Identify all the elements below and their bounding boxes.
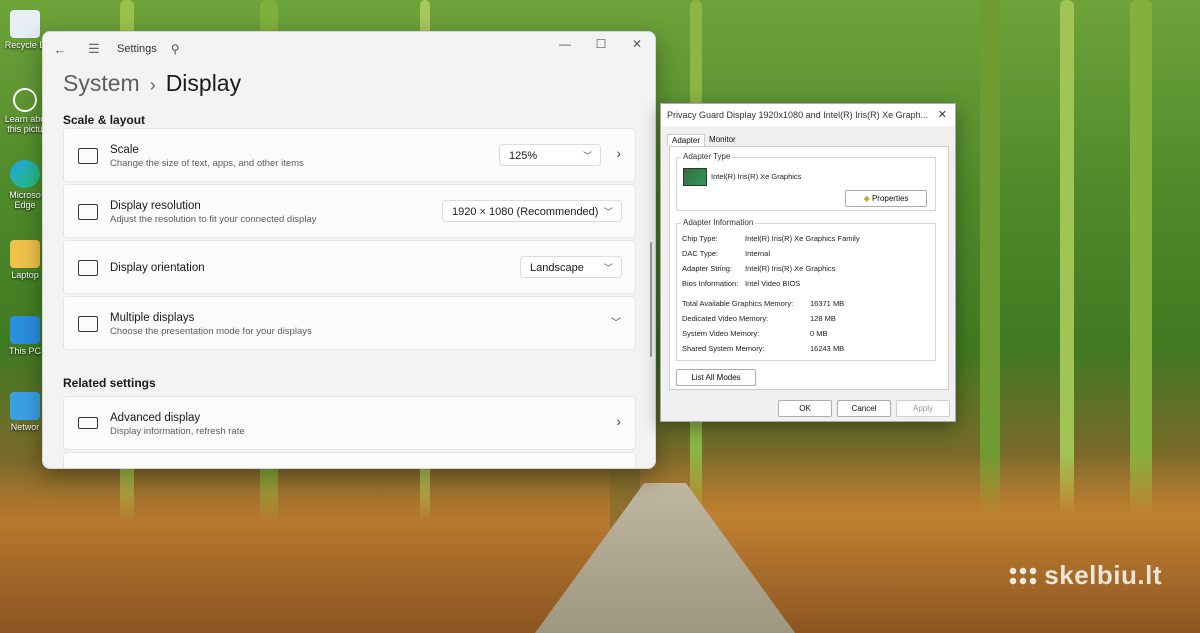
page-title: Display — [165, 70, 242, 96]
dialog-title: Privacy Guard Display 1920x1080 and Inte… — [667, 110, 929, 120]
tab-adapter[interactable]: Adapter — [667, 134, 706, 146]
adapter-name: Intel(R) Iris(R) Xe Graphics — [711, 172, 802, 181]
back-icon[interactable]: ← — [43, 42, 77, 57]
monitor-icon — [10, 316, 40, 344]
chevron-right-icon[interactable]: › — [616, 145, 621, 161]
chevron-down-icon: ﹀ — [603, 207, 613, 217]
close-icon[interactable]: ✕ — [619, 32, 655, 56]
section-heading-related: Related settings — [63, 376, 156, 390]
scale-subtitle: Change the size of text, apps, and other… — [110, 158, 304, 169]
cancel-button[interactable]: Cancel — [837, 400, 891, 417]
window-controls: — ☐ ✕ — [547, 32, 655, 56]
advanced-display-title: Advanced display — [110, 412, 201, 424]
resolution-icon — [78, 204, 98, 220]
tab-monitor[interactable]: Monitor — [705, 134, 740, 146]
orientation-icon — [78, 260, 98, 276]
breadcrumb: System › Display — [63, 70, 655, 97]
camera-icon — [13, 88, 37, 112]
resolution-subtitle: Adjust the resolution to fit your connec… — [110, 214, 317, 225]
chevron-right-icon: › — [149, 75, 156, 95]
resolution-title: Display resolution — [110, 200, 201, 212]
search-icon[interactable]: ⚲ — [171, 42, 180, 56]
app-title: Settings — [117, 43, 157, 55]
recycle-bin-icon — [10, 10, 40, 38]
multiple-displays-row[interactable]: Multiple displays Choose the presentatio… — [63, 296, 636, 350]
title-bar: ← ☰ Settings ⚲ — ☐ ✕ — [43, 32, 655, 66]
adapter-info-group: Adapter Information Chip Type: Intel(R) … — [676, 218, 936, 361]
properties-button[interactable]: ◆ Properties — [845, 190, 927, 207]
adapter-type-group: Adapter Type Intel(R) Iris(R) Xe Graphic… — [676, 152, 936, 211]
watermark-logo-icon — [1008, 566, 1039, 589]
chevron-down-icon: ﹀ — [603, 263, 613, 273]
scrollbar[interactable] — [650, 242, 652, 357]
dialog-title-bar: Privacy Guard Display 1920x1080 and Inte… — [661, 104, 955, 126]
advanced-display-row[interactable]: Advanced display Display information, re… — [63, 396, 636, 450]
folder-user-icon — [10, 240, 40, 268]
scale-icon — [78, 148, 98, 164]
adapter-panel: Adapter Type Intel(R) Iris(R) Xe Graphic… — [669, 146, 949, 390]
network-icon — [10, 392, 40, 420]
graphics-card-icon — [683, 168, 707, 186]
resolution-row: Display resolution Adjust the resolution… — [63, 184, 636, 238]
orientation-dropdown[interactable]: Landscape ﹀ — [520, 256, 622, 278]
laptop-icon — [78, 417, 98, 429]
minimize-icon[interactable]: — — [547, 32, 583, 56]
ok-button[interactable]: OK — [778, 400, 832, 417]
multiple-displays-icon — [78, 316, 98, 332]
chevron-down-icon[interactable]: ﹀ — [611, 314, 621, 329]
menu-icon[interactable]: ☰ — [77, 41, 111, 57]
maximize-icon[interactable]: ☐ — [583, 32, 619, 56]
chevron-down-icon: ﹀ — [582, 151, 592, 161]
edge-icon — [10, 160, 40, 188]
multiple-displays-subtitle: Choose the presentation mode for your di… — [110, 326, 312, 337]
dialog-tabs: Adapter Monitor — [667, 134, 740, 146]
multiple-displays-title: Multiple displays — [110, 312, 195, 324]
next-settings-row[interactable] — [63, 452, 636, 468]
watermark: skelbiu.lt — [1008, 560, 1162, 591]
list-all-modes-button[interactable]: List All Modes — [676, 369, 756, 386]
orientation-row: Display orientation Landscape ﹀ — [63, 240, 636, 294]
chevron-right-icon[interactable]: › — [616, 413, 621, 429]
shield-icon: ◆ — [863, 194, 870, 203]
apply-button[interactable]: Apply — [896, 400, 950, 417]
scale-row[interactable]: Scale Change the size of text, apps, and… — [63, 128, 636, 182]
adapter-properties-dialog: Privacy Guard Display 1920x1080 and Inte… — [660, 103, 956, 422]
breadcrumb-system[interactable]: System — [63, 70, 140, 96]
resolution-dropdown[interactable]: 1920 × 1080 (Recommended) ﹀ — [442, 200, 622, 222]
section-heading-scale-layout: Scale & layout — [63, 113, 146, 127]
scale-dropdown[interactable]: 125% ﹀ — [499, 144, 601, 166]
advanced-display-subtitle: Display information, refresh rate — [110, 426, 245, 437]
scale-title: Scale — [110, 144, 139, 156]
settings-window: ← ☰ Settings ⚲ — ☐ ✕ System › Display Scal… — [42, 31, 656, 469]
orientation-title: Display orientation — [110, 262, 205, 274]
close-icon[interactable]: ✕ — [938, 104, 947, 126]
